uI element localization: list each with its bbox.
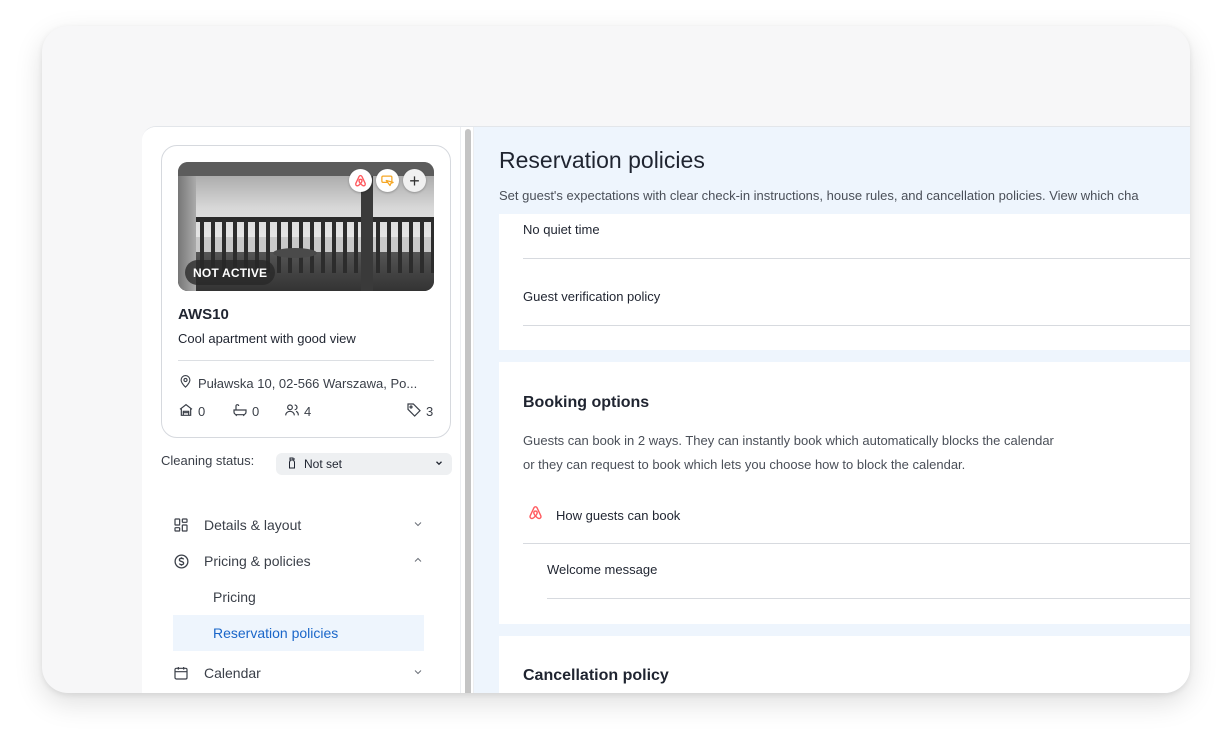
property-name: Cool apartment with good view xyxy=(178,331,356,346)
channel-icons: + xyxy=(349,169,426,192)
property-code: AWS10 xyxy=(178,306,229,323)
spray-bottle-icon xyxy=(286,456,298,473)
chevron-up-icon xyxy=(412,553,424,569)
nav-details-layout[interactable]: Details & layout xyxy=(172,507,424,543)
property-card[interactable]: + NOT ACTIVE AWS10 Cool apartment with g… xyxy=(161,145,451,438)
nav-pricing[interactable]: Pricing xyxy=(173,579,424,615)
chevron-down-icon xyxy=(412,517,424,533)
row-guest-verification[interactable]: Guest verification policy xyxy=(523,289,660,304)
guests-stat: 4 xyxy=(284,402,311,421)
cleaning-status-select[interactable]: Not set xyxy=(276,453,452,475)
sidebar-scrollbar[interactable] xyxy=(460,127,474,693)
nav-calendar[interactable]: Calendar xyxy=(172,655,424,691)
how-guests-book-label: How guests can book xyxy=(556,507,681,523)
property-address: Puławska 10, 02-566 Warszawa, Po... xyxy=(178,374,436,392)
booking-desc-line2: or they can request to book which lets y… xyxy=(523,457,966,472)
property-photo: + NOT ACTIVE xyxy=(178,162,434,291)
sidebar: + NOT ACTIVE AWS10 Cool apartment with g… xyxy=(142,127,460,693)
booking-options-desc: Guests can book in 2 ways. They can inst… xyxy=(523,429,1054,477)
address-text: Puławska 10, 02-566 Warszawa, Po... xyxy=(198,375,418,391)
page-subtitle: Set guest's expectations with clear chec… xyxy=(499,188,1139,203)
airbnb-icon[interactable] xyxy=(349,169,372,192)
cleaning-status-value: Not set xyxy=(304,457,343,471)
nav-reservation-policies[interactable]: Reservation policies xyxy=(173,615,424,651)
row-divider xyxy=(523,543,1190,544)
window-frame: + NOT ACTIVE AWS10 Cool apartment with g… xyxy=(42,26,1190,693)
row-divider xyxy=(523,325,1190,326)
bathrooms-count: 0 xyxy=(252,404,260,419)
tags-stat: 3 xyxy=(406,402,433,421)
nav-details-label: Details & layout xyxy=(204,517,302,533)
tags-count: 3 xyxy=(426,404,434,419)
property-stats: 0 0 4 3 xyxy=(178,402,434,420)
nav-pricing-policies[interactable]: Pricing & policies xyxy=(172,543,424,579)
grid-icon xyxy=(172,516,190,534)
chevron-down-icon xyxy=(434,457,444,471)
tag-icon xyxy=(406,402,422,421)
scrollbar-thumb[interactable] xyxy=(465,129,471,693)
location-pin-icon xyxy=(178,374,193,392)
cancellation-panel: Cancellation policy xyxy=(499,636,1190,693)
row-quiet-time[interactable]: No quiet time xyxy=(523,222,600,237)
bedroom-icon xyxy=(178,402,194,421)
guests-count: 4 xyxy=(304,404,312,419)
house-rules-panel: No quiet time Guest verification policy xyxy=(499,214,1190,350)
bathrooms-stat: 0 xyxy=(232,402,259,421)
nav-pricing-policies-label: Pricing & policies xyxy=(204,553,311,569)
users-icon xyxy=(284,402,300,421)
booking-options-panel: Booking options Guests can book in 2 way… xyxy=(499,362,1190,624)
dollar-circle-icon xyxy=(172,552,190,570)
chevron-down-icon xyxy=(412,665,424,681)
cancellation-policy-title: Cancellation policy xyxy=(523,667,669,684)
bathtub-icon xyxy=(232,402,248,421)
booking-desc-line1: Guests can book in 2 ways. They can inst… xyxy=(523,433,1054,448)
row-welcome-message[interactable]: Welcome message xyxy=(547,562,657,577)
calendar-icon xyxy=(172,664,190,682)
main-content: Reservation policies Set guest's expecta… xyxy=(474,127,1190,693)
row-divider xyxy=(547,598,1190,599)
add-channel-icon[interactable]: + xyxy=(403,169,426,192)
bedrooms-stat: 0 xyxy=(178,402,205,421)
nav-calendar-label: Calendar xyxy=(204,665,261,681)
app-window: + NOT ACTIVE AWS10 Cool apartment with g… xyxy=(142,126,1190,693)
divider xyxy=(178,360,434,361)
booking-options-title: Booking options xyxy=(523,394,650,411)
cleaning-status-label: Cleaning status: xyxy=(161,453,255,468)
row-how-guests-book[interactable]: How guests can book xyxy=(527,504,680,526)
airbnb-icon xyxy=(527,504,544,526)
row-divider xyxy=(523,258,1190,259)
booking-channel-icon[interactable] xyxy=(376,169,399,192)
bedrooms-count: 0 xyxy=(198,404,206,419)
status-badge: NOT ACTIVE xyxy=(185,260,276,285)
page-title: Reservation policies xyxy=(499,147,705,173)
